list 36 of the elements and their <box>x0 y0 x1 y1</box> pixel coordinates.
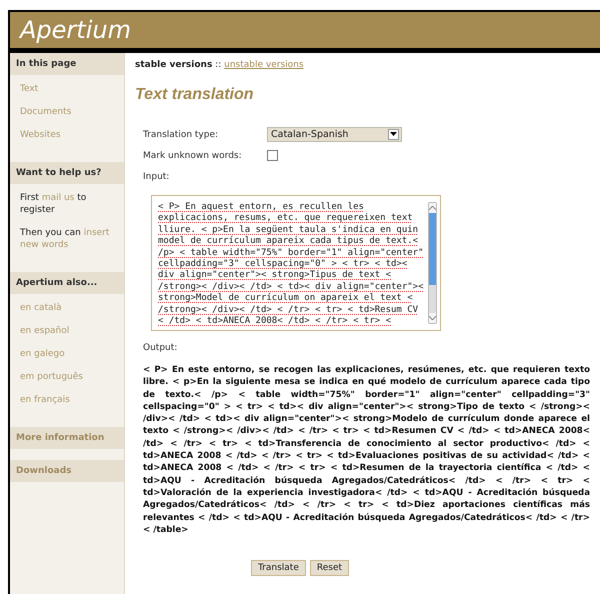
sidebar-link[interactable]: Text <box>10 78 124 101</box>
sidebar-link[interactable]: Documents <box>10 101 124 124</box>
form-button[interactable]: Translate <box>251 560 306 576</box>
sidebar-link[interactable]: en français <box>10 389 124 412</box>
separator: :: <box>215 60 222 70</box>
inline-link[interactable]: new words <box>20 240 68 250</box>
field-label: Output: <box>143 342 178 352</box>
site-logo[interactable]: Apertium <box>20 16 131 44</box>
field-label: Mark unknown words: <box>143 150 243 160</box>
inline-link[interactable]: insert <box>84 228 110 238</box>
sidebar-link[interactable]: en català <box>10 297 124 320</box>
sidebar-heading[interactable]: More information <box>10 427 124 449</box>
page-title: Text translation <box>135 86 255 104</box>
sidebar-heading[interactable]: Downloads <box>10 460 124 482</box>
sidebar-heading: Apertium also... <box>10 272 124 294</box>
translation-type-select[interactable]: Catalan-Spanish <box>267 127 402 142</box>
sidebar-heading: In this page <box>10 53 124 75</box>
checkbox[interactable] <box>267 150 278 161</box>
sidebar-link[interactable]: Websites <box>10 124 124 147</box>
sidebar-link[interactable]: en galego <box>10 343 124 366</box>
form-button[interactable]: Reset <box>310 560 350 576</box>
field-label: Input: <box>143 172 170 182</box>
dropdown-icon <box>388 129 399 140</box>
sidebar-link[interactable]: en español <box>10 320 124 343</box>
current-version: stable versions <box>135 60 212 70</box>
inline-link[interactable]: mail us <box>42 193 74 203</box>
sidebar-heading: Want to help us? <box>10 162 124 184</box>
sidebar-text: First mail us to register <box>19 192 88 217</box>
scroll-up-icon[interactable] <box>428 206 436 210</box>
field-label: Translation type: <box>143 130 220 140</box>
scrollbar[interactable] <box>428 202 437 324</box>
scroll-down-icon[interactable] <box>428 316 436 320</box>
version-link[interactable]: unstable versions <box>224 60 304 70</box>
sidebar-link[interactable]: em português <box>10 366 124 389</box>
output-text: < P> En este entorno, se recogen las explicaciones, resúmenes, etc. que requieren texto libre. < p>En la siguiente mesa se indica en qué modelo de currículum aparece cada tipo de texto.< /p> < table width="75%" border="1" align="center" cellpadding="3" cellspacing="0" > < tr> < td>< div align="center">< strong>Tipo de texto < /strong>< /div>< /td> < td>< div align="center">< strong>Modelo de currículum donde aparece el texto < /strong>< /div>< /td> < /tr> < tr> < td>Resumen CV < /td> < td>ANECA 2008< /td> < /tr> < tr> < td>Transferencia de conocimiento al sector productivo< /td> < td>ANECA 2008 < /td> < /tr> < tr> < td>Evaluaciones positivas de su actividad< /td> < td>ANECA 2008 < /td> < /tr> < tr> < td>Resumen de la trayectoria científica < /td> < td>AQU - Acreditación búsqueda Agregados/Catedráticos< /td> < /tr> < tr> < td>Valoración de la experiencia investigadora< /td> < td>AQU - Acreditación búsqueda Agregados/Catedráticos< /td> < /tr> < tr> < td>Diez aportaciones científicas más relevantes < /td> < td>AQU - Acreditación búsqueda Agregados/Catedráticos< /td> < /tr> < /table> <box>143 364 590 536</box>
sidebar-text: Then you can insert new words <box>19 227 110 252</box>
